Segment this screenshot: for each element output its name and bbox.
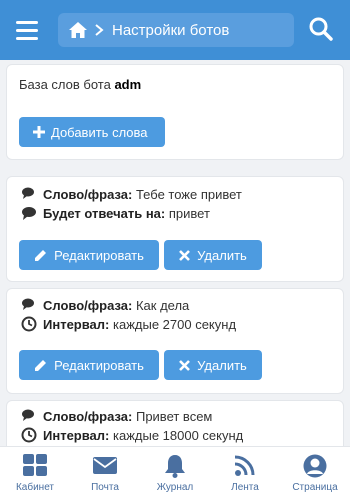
nav-label: Почта	[91, 482, 119, 493]
rss-icon	[234, 455, 255, 476]
entry-phrase-row: Слово/фраза: Привет всем	[21, 408, 212, 424]
top-header: Настройки ботов	[0, 0, 350, 60]
mail-icon	[93, 457, 117, 474]
delete-button[interactable]: Удалить	[164, 350, 262, 380]
plus-icon	[33, 126, 45, 138]
pencil-icon	[35, 249, 47, 261]
bot-name: adm	[114, 77, 142, 92]
add-words-label: Добавить слова	[51, 124, 148, 140]
nav-item-journal[interactable]: Журнал	[140, 447, 210, 500]
nav-item-mail[interactable]: Почта	[70, 447, 140, 500]
nav-label: Журнал	[156, 482, 194, 493]
entry-interval-row: Интервал: каждые 2700 секунд	[21, 316, 236, 332]
search-icon[interactable]	[308, 16, 334, 42]
user-icon	[303, 454, 327, 478]
entry-phrase-row: Слово/фраза: Тебе тоже привет	[21, 186, 242, 202]
nav-item-page[interactable]: Страница	[280, 447, 350, 500]
nav-item-cabinet[interactable]: Кабинет	[0, 447, 70, 500]
comment-icon	[22, 207, 36, 220]
close-icon	[179, 359, 191, 371]
delete-button[interactable]: Удалить	[164, 240, 262, 270]
close-icon	[179, 249, 191, 261]
add-words-button[interactable]: Добавить слова	[19, 117, 165, 147]
bottom-nav: Кабинет Почта Журнал Лента Страница	[0, 446, 350, 500]
entry-interval-row: Интервал: каждые 18000 секунд	[21, 427, 243, 443]
home-icon[interactable]	[68, 21, 88, 39]
entry-card: Слово/фраза: Тебе тоже привет Будет отве…	[6, 176, 344, 282]
pencil-icon	[35, 359, 47, 371]
entry-card: Слово/фраза: Как дела Интервал: каждые 2…	[6, 288, 344, 394]
nav-label: Страница	[292, 482, 338, 493]
menu-icon[interactable]	[10, 14, 44, 46]
edit-button[interactable]: Редактировать	[19, 350, 159, 380]
breadcrumb-label: Настройки ботов	[112, 21, 230, 39]
entry-phrase-row: Слово/фраза: Как дела	[21, 297, 189, 313]
grid-icon	[23, 454, 47, 476]
clock-icon	[21, 316, 37, 332]
clock-icon	[21, 427, 37, 443]
breadcrumb[interactable]: Настройки ботов	[58, 13, 294, 47]
nav-item-feed[interactable]: Лента	[210, 447, 280, 500]
bell-icon	[165, 455, 185, 478]
comments-icon	[22, 187, 34, 199]
chevron-right-icon	[95, 24, 104, 36]
entry-answer-row: Будет отвечать на: привет	[21, 205, 210, 221]
word-base-card: База слов бота adm Добавить слова	[6, 64, 344, 160]
word-base-title: База слов бота adm	[19, 77, 142, 92]
nav-label: Лента	[231, 482, 259, 493]
comments-icon	[22, 298, 34, 310]
edit-button[interactable]: Редактировать	[19, 240, 159, 270]
nav-label: Кабинет	[15, 482, 55, 493]
comments-icon	[22, 409, 34, 421]
